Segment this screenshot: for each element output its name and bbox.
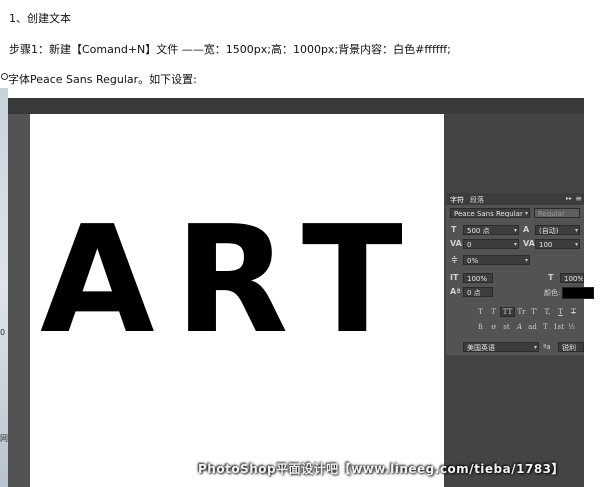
ordinals-button[interactable]: 1st xyxy=(552,323,565,331)
font-style-select[interactable]: Regular xyxy=(534,208,580,218)
horizontal-scale-input[interactable]: 100% xyxy=(560,273,584,283)
faux-italic-button[interactable]: T xyxy=(487,308,500,316)
chevron-down-icon: ▾ xyxy=(524,257,528,264)
antialias-value: 锐利 xyxy=(562,344,576,352)
scale-value: 0% xyxy=(467,257,479,265)
chevron-down-icon: ▾ xyxy=(574,241,578,248)
chevron-down-icon: ▾ xyxy=(513,241,517,248)
chevron-down-icon: ▾ xyxy=(533,344,537,351)
watermark: PhotoShop平面设计吧【www.lineeg.com/tieba/1783… xyxy=(198,462,565,476)
kerning-icon: VA xyxy=(450,239,462,248)
leading-value: (自动) xyxy=(539,227,559,235)
art-text-layer[interactable]: ART xyxy=(40,206,423,354)
character-panel: 字符 段落 ▸▸ ≡ Peace Sans Regular ▾ Regular … xyxy=(446,193,594,355)
left-gutter: 0 网 xyxy=(0,88,8,487)
antialias-label: ªa xyxy=(543,343,551,351)
tab-paragraph[interactable]: 段落 xyxy=(470,195,484,205)
font-size-value: 500 点 xyxy=(467,227,490,235)
tracking-input[interactable]: 100 ▾ xyxy=(535,239,580,249)
color-label: 颜色: xyxy=(544,289,561,297)
collapse-icon[interactable]: ▸▸ xyxy=(566,195,572,202)
step-1-text: 步骤1：新建【Comand+N】文件 ——宽：1500px;高：1000px;背… xyxy=(9,43,451,56)
type-style-row: T T TT Tr T' T, T T xyxy=(474,307,580,317)
discretionary-ligatures-button[interactable]: st xyxy=(500,323,513,331)
faux-bold-button[interactable]: T xyxy=(474,308,487,316)
gutter-mark: 0 xyxy=(0,328,6,337)
text-color-swatch[interactable] xyxy=(562,287,594,299)
vertical-scale-icon: IT xyxy=(450,273,459,282)
pasteboard xyxy=(8,114,30,487)
vertical-scale-input[interactable]: 100% xyxy=(463,273,493,283)
titling-alternates-button[interactable]: T xyxy=(539,323,552,331)
language-select[interactable]: 美国英语 ▾ xyxy=(463,342,539,352)
swash-button[interactable]: A xyxy=(513,323,526,331)
leading-input[interactable]: (自动) ▾ xyxy=(535,225,580,235)
ps-top-bar xyxy=(8,98,584,114)
strikethrough-button[interactable]: T xyxy=(567,308,580,316)
horizontal-scale-icon: T xyxy=(548,273,554,282)
kerning-input[interactable]: 0 ▾ xyxy=(463,239,519,249)
font-size-icon: T xyxy=(451,225,457,234)
step-heading: 1、创建文本 xyxy=(9,12,71,25)
panel-tabs: 字符 段落 ▸▸ ≡ xyxy=(446,193,584,205)
font-style-value: Regular xyxy=(538,210,565,218)
panel-menu-icon[interactable]: ≡ xyxy=(575,194,582,203)
scale-input[interactable]: 0% ▾ xyxy=(463,255,530,265)
opentype-row: fi ơ st Aad T 1st ½ xyxy=(474,323,578,331)
small-caps-button[interactable]: Tr xyxy=(515,308,528,316)
ligatures-button[interactable]: fi xyxy=(474,323,487,331)
all-caps-button[interactable]: TT xyxy=(500,307,515,317)
vertical-scale-value: 100% xyxy=(467,275,488,283)
font-family-value: Peace Sans Regular xyxy=(454,210,523,218)
superscript-button[interactable]: T' xyxy=(528,308,541,316)
baseline-shift-input[interactable]: 0 点 xyxy=(463,287,493,297)
stylistic-alternates-button[interactable]: ad xyxy=(526,323,539,331)
fractions-button[interactable]: ½ xyxy=(565,323,578,331)
antialias-select[interactable]: 锐利 xyxy=(558,342,584,352)
underline-button[interactable]: T xyxy=(554,308,567,316)
horizontal-scale-value: 100% xyxy=(564,275,584,283)
chevron-down-icon: ▾ xyxy=(574,227,578,234)
bullet-icon xyxy=(1,73,8,80)
subscript-button[interactable]: T, xyxy=(541,308,554,316)
tab-character[interactable]: 字符 xyxy=(450,195,464,205)
contextual-alternates-button[interactable]: ơ xyxy=(487,323,500,331)
photoshop-screenshot: ART 字符 段落 ▸▸ ≡ Peace Sans Regular ▾ Regu… xyxy=(8,98,594,487)
leading-icon: A xyxy=(523,225,530,234)
baseline-shift-icon: Aª xyxy=(450,287,461,296)
chevron-down-icon: ▾ xyxy=(524,210,528,217)
language-value: 美国英语 xyxy=(467,344,495,352)
gutter-mark: 网 xyxy=(0,434,8,443)
tracking-value: 100 xyxy=(539,241,553,249)
tracking-icon: VA xyxy=(523,239,535,248)
font-size-input[interactable]: 500 点 ▾ xyxy=(463,225,519,235)
chevron-down-icon: ▾ xyxy=(513,227,517,234)
font-instruction: 字体Peace Sans Regular。如下设置: xyxy=(8,73,197,86)
baseline-shift-value: 0 点 xyxy=(467,289,481,297)
font-family-select[interactable]: Peace Sans Regular ▾ xyxy=(450,208,530,218)
scale-icon: ≑ xyxy=(451,255,458,264)
kerning-value: 0 xyxy=(467,241,472,249)
